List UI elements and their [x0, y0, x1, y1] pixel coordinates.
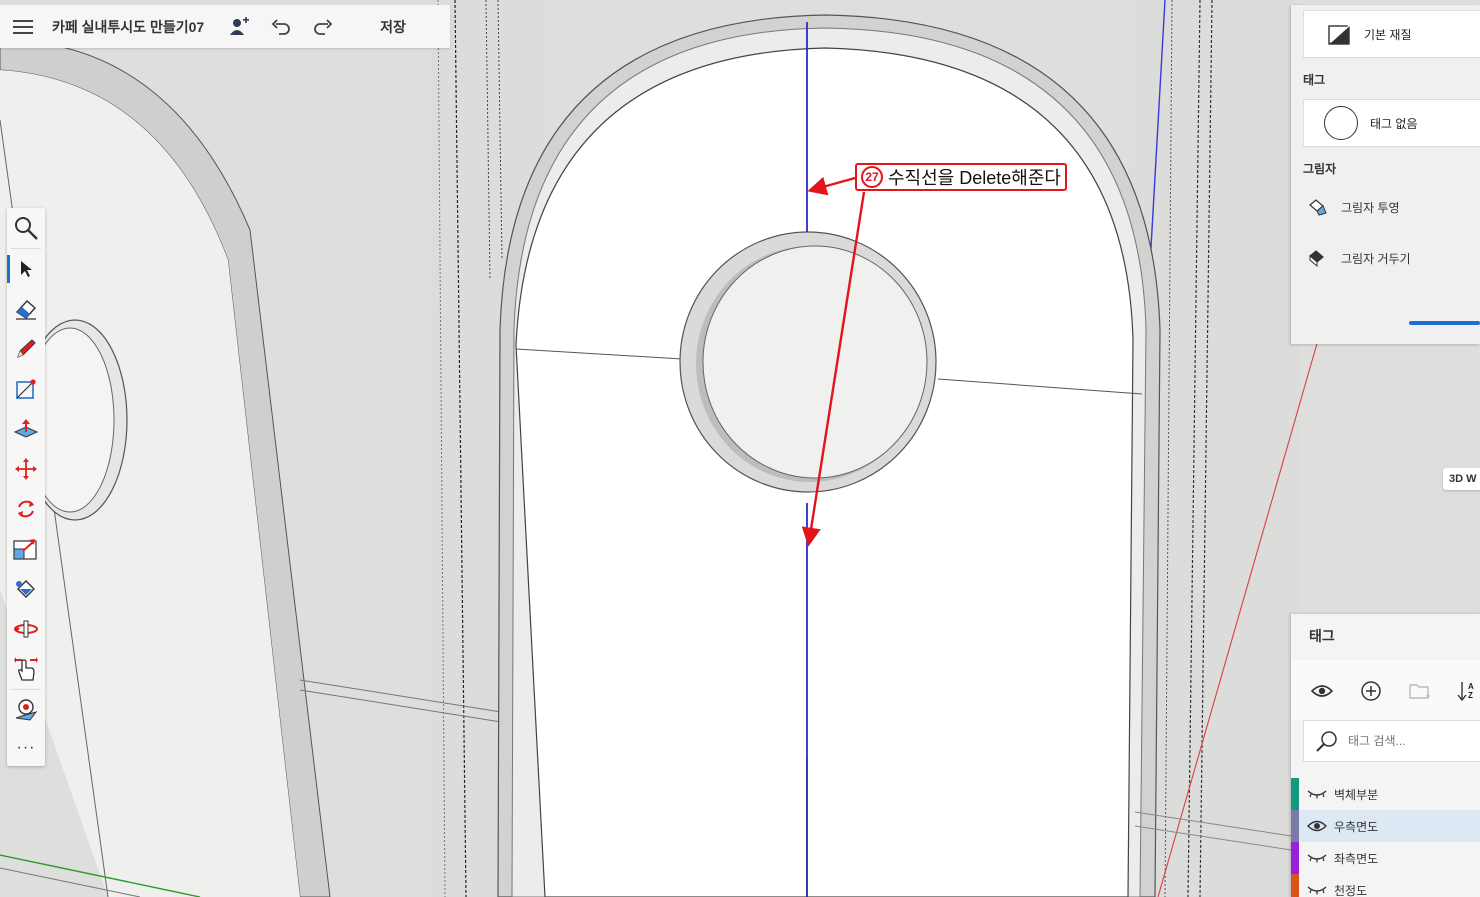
paint-bucket-icon[interactable]: [7, 569, 45, 609]
pencil-icon[interactable]: [7, 329, 45, 369]
save-button[interactable]: 저장: [380, 17, 406, 37]
shadow-slider[interactable]: [1409, 321, 1480, 325]
model-canvas[interactable]: [0, 0, 1480, 897]
orbit-icon[interactable]: [7, 609, 45, 649]
receive-shadows-label: 그림자 거두기: [1341, 251, 1411, 266]
material-card[interactable]: 기본 재질: [1303, 10, 1480, 58]
tag-value: 태그 없음: [1370, 116, 1418, 131]
cast-shadows-label: 그림자 투영: [1341, 200, 1400, 215]
eye-closed-icon[interactable]: [1306, 850, 1328, 866]
warehouse-tab[interactable]: 3D W: [1443, 468, 1480, 490]
tag-color-swatch: [1291, 842, 1299, 874]
position-camera-icon[interactable]: [7, 690, 45, 730]
document-title[interactable]: 카페 실내투시도 만들기07: [52, 17, 204, 37]
tag-selector[interactable]: 태그 없음: [1303, 99, 1480, 147]
tag-name: 우측면도: [1334, 819, 1379, 834]
tag-row[interactable]: 천정도: [1291, 874, 1480, 897]
eye-icon[interactable]: [1309, 678, 1335, 704]
select-arrow-icon[interactable]: [7, 249, 45, 289]
add-tag-icon[interactable]: [1358, 678, 1384, 704]
eraser-icon[interactable]: [7, 289, 45, 329]
receive-shadows-toggle[interactable]: 그림자 거두기: [1307, 247, 1411, 269]
tag-search-input[interactable]: [1346, 733, 1480, 749]
step-number-badge: 27: [861, 166, 883, 188]
tag-color-circle-icon: [1324, 106, 1358, 140]
annotation-callout: 27 수직선을 Delete해준다: [855, 163, 1067, 191]
tag-color-swatch: [1291, 778, 1299, 810]
tag-color-swatch: [1291, 874, 1299, 897]
hamburger-menu-icon[interactable]: [12, 16, 34, 38]
search-icon[interactable]: [7, 208, 45, 248]
eye-closed-icon[interactable]: [1306, 786, 1328, 802]
entity-info-panel: 기본 재질 태그 태그 없음 그림자 그림자 투영 그림자 거두기: [1291, 5, 1480, 344]
tag-row[interactable]: 좌측면도: [1291, 842, 1480, 874]
folder-icon[interactable]: [1407, 678, 1433, 704]
tags-panel-title: 태그: [1309, 628, 1335, 644]
top-bar: 카페 실내투시도 만들기07 저장: [0, 5, 450, 48]
3d-viewport[interactable]: [0, 0, 1480, 897]
tag-name: 천정도: [1334, 883, 1368, 897]
rectangle-icon[interactable]: [7, 369, 45, 409]
cast-shadow-icon: [1307, 196, 1329, 218]
undo-icon[interactable]: [270, 16, 292, 38]
annotation-text: 수직선을 Delete해준다: [888, 168, 1061, 188]
tag-row[interactable]: 벽체부분: [1291, 778, 1480, 810]
tag-name: 벽체부분: [1334, 787, 1379, 802]
search-icon: [1316, 730, 1338, 752]
tag-search-field[interactable]: [1303, 720, 1480, 762]
tool-palette: ···: [7, 208, 45, 766]
redo-icon[interactable]: [312, 16, 334, 38]
tag-color-swatch: [1291, 810, 1299, 842]
rotate-icon[interactable]: [7, 489, 45, 529]
sort-az-icon[interactable]: A Z: [1457, 678, 1480, 704]
pan-hand-icon[interactable]: [7, 649, 45, 689]
scale-icon[interactable]: [7, 529, 45, 569]
add-person-icon[interactable]: [228, 16, 250, 38]
move-icon[interactable]: [7, 449, 45, 489]
tags-panel: 태그 A Z 벽체부분: [1291, 614, 1480, 897]
tag-row[interactable]: 우측면도: [1291, 810, 1480, 842]
material-label: 기본 재질: [1364, 27, 1412, 42]
cast-shadows-toggle[interactable]: 그림자 투영: [1307, 196, 1400, 218]
tags-toolbar: A Z: [1291, 660, 1480, 720]
more-tools-button[interactable]: ···: [7, 730, 45, 766]
shadow-heading: 그림자: [1303, 162, 1337, 176]
receive-shadow-icon: [1307, 247, 1329, 269]
tag-heading: 태그: [1303, 73, 1326, 87]
default-material-icon: [1328, 22, 1352, 46]
tag-name: 좌측면도: [1334, 851, 1379, 866]
sort-az-label: A Z: [1468, 682, 1474, 700]
push-pull-icon[interactable]: [7, 409, 45, 449]
eye-closed-icon[interactable]: [1306, 882, 1328, 897]
eye-icon[interactable]: [1306, 818, 1328, 834]
